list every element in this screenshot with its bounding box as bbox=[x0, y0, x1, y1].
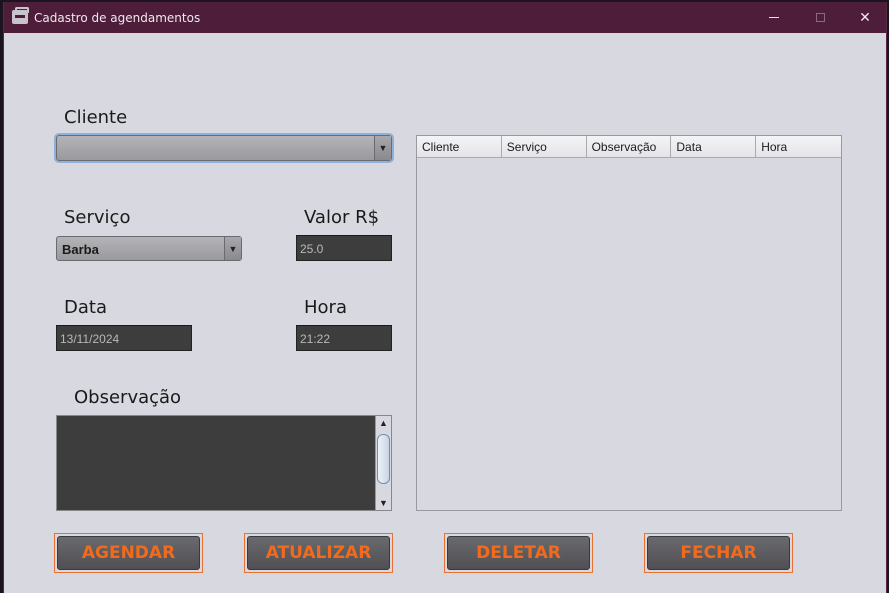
servico-select-value: Barba bbox=[62, 242, 99, 257]
column-header-servico[interactable]: Serviço bbox=[502, 136, 587, 157]
hora-field[interactable]: 21:22 bbox=[296, 325, 392, 351]
chevron-down-icon[interactable]: ▼ bbox=[374, 136, 391, 160]
cliente-label: Cliente bbox=[64, 107, 128, 128]
column-header-data[interactable]: Data bbox=[671, 136, 757, 157]
agendar-button-label: AGENDAR bbox=[57, 536, 200, 570]
close-button[interactable]: ✕ bbox=[842, 2, 888, 33]
hora-label: Hora bbox=[304, 297, 347, 318]
agendar-button[interactable]: AGENDAR bbox=[54, 533, 203, 573]
briefcase-icon bbox=[12, 7, 29, 24]
chevron-down-icon[interactable]: ▼ bbox=[224, 237, 241, 260]
agendamentos-table[interactable]: Cliente Serviço Observação Data Hora bbox=[416, 135, 842, 511]
scroll-down-icon[interactable]: ▼ bbox=[376, 496, 391, 510]
minimize-button[interactable] bbox=[751, 2, 797, 33]
fechar-button-label: FECHAR bbox=[647, 536, 790, 570]
valor-field[interactable]: 25.0 bbox=[296, 235, 392, 261]
column-header-observacao[interactable]: Observação bbox=[587, 136, 672, 157]
atualizar-button[interactable]: ATUALIZAR bbox=[244, 533, 393, 573]
observacao-label: Observação bbox=[74, 387, 182, 408]
title-bar[interactable]: Cadastro de agendamentos ✕ bbox=[4, 2, 886, 33]
column-header-cliente[interactable]: Cliente bbox=[417, 136, 502, 157]
data-label: Data bbox=[64, 297, 107, 318]
close-icon: ✕ bbox=[859, 9, 871, 25]
valor-label: Valor R$ bbox=[304, 207, 380, 228]
maximize-button[interactable] bbox=[797, 2, 843, 33]
minimize-icon bbox=[769, 17, 779, 18]
servico-label: Serviço bbox=[64, 207, 131, 228]
data-field[interactable]: 13/11/2024 bbox=[56, 325, 192, 351]
observacao-textarea[interactable]: ▲ ▼ bbox=[56, 415, 392, 511]
table-header: Cliente Serviço Observação Data Hora bbox=[417, 136, 841, 158]
servico-select[interactable]: Barba ▼ bbox=[56, 236, 242, 261]
column-header-hora[interactable]: Hora bbox=[756, 136, 841, 157]
window-title: Cadastro de agendamentos bbox=[34, 11, 201, 25]
fechar-button[interactable]: FECHAR bbox=[644, 533, 793, 573]
app-window: Cadastro de agendamentos ✕ Cliente ▼ Ser… bbox=[3, 2, 887, 593]
maximize-icon bbox=[815, 13, 825, 22]
scroll-up-icon[interactable]: ▲ bbox=[376, 416, 391, 430]
observacao-scrollbar[interactable]: ▲ ▼ bbox=[375, 416, 391, 510]
deletar-button[interactable]: DELETAR bbox=[444, 533, 593, 573]
atualizar-button-label: ATUALIZAR bbox=[247, 536, 390, 570]
cliente-select[interactable]: ▼ bbox=[56, 135, 392, 161]
scrollbar-thumb[interactable] bbox=[377, 434, 390, 484]
deletar-button-label: DELETAR bbox=[447, 536, 590, 570]
